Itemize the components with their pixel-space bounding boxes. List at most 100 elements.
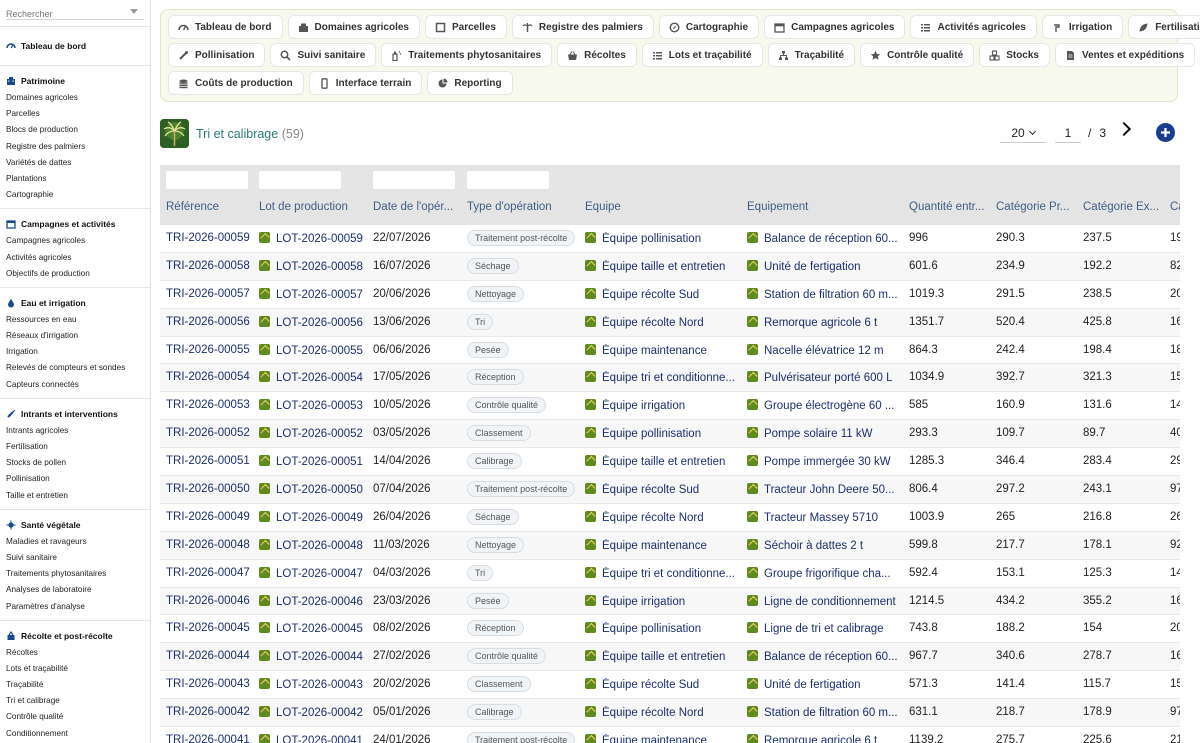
sidebar-item[interactable]: Analyses de laboratoire <box>0 582 150 598</box>
table-cell[interactable]: Séchoir à dattes 2 t <box>747 538 905 552</box>
sidebar-item[interactable]: Registre des palmiers <box>0 139 150 155</box>
nav-button[interactable]: Stocks <box>979 43 1050 67</box>
table-cell[interactable]: LOT-2026-00054 <box>259 371 369 384</box>
table-cell[interactable]: LOT-2026-00045 <box>259 622 369 635</box>
table-row[interactable]: TRI-2026-00052 LOT-2026-00052 03/05/2026 Cl… <box>160 420 1180 449</box>
column-header[interactable]: Catégorie Ex... <box>1083 201 1165 213</box>
sidebar-item[interactable]: Contrôle qualité <box>0 709 150 725</box>
sidebar-group-title[interactable]: Intrants et interventions <box>0 405 150 423</box>
table-cell[interactable]: Pulvérisateur porté 600 L <box>747 371 905 384</box>
sidebar-item[interactable]: Ressources en eau <box>0 312 150 328</box>
sidebar-item[interactable]: Paramètres d'analyse <box>0 599 150 615</box>
table-row[interactable]: TRI-2026-00049 LOT-2026-00049 26/04/2026 Sé… <box>160 504 1180 532</box>
search-input[interactable] <box>6 7 126 19</box>
table-row[interactable]: TRI-2026-00054 LOT-2026-00054 17/05/2026 Ré… <box>160 364 1180 393</box>
table-cell[interactable]: TRI-2026-00059 <box>166 232 256 244</box>
table-cell[interactable]: Unité de fertigation <box>747 678 905 691</box>
table-cell[interactable]: LOT-2026-00059 <box>259 232 369 245</box>
table-cell[interactable]: Équipe taille et entretien <box>585 455 743 468</box>
table-cell[interactable]: LOT-2026-00053 <box>259 399 369 412</box>
table-cell[interactable]: Groupe frigorifique cha... <box>747 566 905 580</box>
table-cell[interactable]: LOT-2026-00050 <box>259 483 369 496</box>
table-cell[interactable]: LOT-2026-00049 <box>259 510 369 524</box>
table-cell[interactable]: Équipe récolte Sud <box>585 483 743 496</box>
column-header[interactable]: Référence <box>166 201 256 213</box>
table-cell[interactable]: Équipe taille et entretien <box>585 259 743 273</box>
sidebar-item[interactable]: Relevés de compteurs et sondes <box>0 360 150 376</box>
sidebar-item[interactable]: Capteurs connectés <box>0 377 150 393</box>
sidebar-item[interactable]: Objectifs de production <box>0 266 150 282</box>
table-cell[interactable]: Groupe électrogène 60 ... <box>747 399 905 412</box>
column-header[interactable]: Type d'opération <box>467 201 582 213</box>
nav-button[interactable]: Pollinisation <box>168 43 266 67</box>
table-cell[interactable]: Remorque agricole 6 t <box>747 734 905 743</box>
column-header[interactable]: Lot de production <box>259 201 369 213</box>
table-cell[interactable]: Équipe récolte Nord <box>585 706 743 719</box>
table-cell[interactable]: TRI-2026-00054 <box>166 371 256 383</box>
table-row[interactable]: TRI-2026-00041 LOT-2026-00041 24/01/2026 Tr… <box>160 727 1180 743</box>
table-cell[interactable]: TRI-2026-00058 <box>166 260 256 272</box>
table-cell[interactable]: Équipe maintenance <box>585 538 743 552</box>
table-cell[interactable]: LOT-2026-00056 <box>259 315 369 329</box>
table-row[interactable]: TRI-2026-00053 LOT-2026-00053 10/05/2026 Co… <box>160 392 1180 421</box>
table-cell[interactable]: Équipe récolte Nord <box>585 315 743 329</box>
table-cell[interactable]: Équipe pollinisation <box>585 232 743 245</box>
nav-button[interactable]: Ventes et expéditions <box>1054 43 1196 67</box>
column-header[interactable]: Quantité entr... <box>909 201 991 213</box>
sidebar-item[interactable]: Pollinisation <box>0 471 150 487</box>
chevron-down-icon[interactable] <box>130 9 138 14</box>
table-cell[interactable]: TRI-2026-00045 <box>166 622 256 634</box>
sidebar-search[interactable] <box>6 4 144 20</box>
nav-button[interactable]: Coûts de production <box>168 71 304 95</box>
sidebar-item[interactable]: Stocks de pollen <box>0 455 150 471</box>
table-row[interactable]: TRI-2026-00048 LOT-2026-00048 11/03/2026 Ne… <box>160 531 1180 560</box>
column-header[interactable]: Ca <box>1170 201 1180 213</box>
table-cell[interactable]: Unité de fertigation <box>747 259 905 273</box>
nav-button[interactable]: Registre des palmiers <box>511 15 654 39</box>
table-cell[interactable]: TRI-2026-00042 <box>166 706 256 718</box>
table-cell[interactable]: Balance de réception 60... <box>747 650 905 663</box>
nav-button[interactable]: Lots et traçabilité <box>641 43 763 67</box>
nav-button[interactable]: Domaines agricoles <box>287 15 420 39</box>
table-cell[interactable]: Station de filtration 60 m... <box>747 287 905 301</box>
table-cell[interactable]: LOT-2026-00058 <box>259 259 369 273</box>
table-cell[interactable]: Équipe maintenance <box>585 734 743 743</box>
sidebar-item[interactable]: Domaines agricoles <box>0 90 150 106</box>
table-cell[interactable]: LOT-2026-00047 <box>259 566 369 580</box>
nav-button[interactable]: Suivi sanitaire <box>270 43 377 67</box>
table-cell[interactable]: LOT-2026-00057 <box>259 287 369 301</box>
sidebar-item[interactable]: Fertilisation <box>0 439 150 455</box>
table-cell[interactable]: LOT-2026-00052 <box>259 427 369 440</box>
sidebar-item[interactable]: Taille et entretien <box>0 488 150 504</box>
sidebar-item[interactable]: Activités agricoles <box>0 250 150 266</box>
table-row[interactable]: TRI-2026-00046 LOT-2026-00046 23/03/2026 Pe… <box>160 587 1180 616</box>
table-row[interactable]: TRI-2026-00043 LOT-2026-00043 20/02/2026 Cl… <box>160 671 1180 700</box>
column-header[interactable]: Catégorie Pr... <box>996 201 1078 213</box>
table-cell[interactable]: TRI-2026-00056 <box>166 316 256 328</box>
nav-button[interactable]: Reporting <box>427 71 513 95</box>
table-row[interactable]: TRI-2026-00047 LOT-2026-00047 04/03/2026 Tr… <box>160 560 1180 588</box>
nav-button[interactable]: Parcelles <box>424 15 507 39</box>
column-header[interactable]: Équipe <box>585 201 743 213</box>
table-cell[interactable]: LOT-2026-00055 <box>259 343 369 357</box>
nav-button[interactable]: Contrôle qualité <box>860 43 975 67</box>
sidebar-item[interactable]: Tri et calibrage <box>0 693 150 709</box>
table-row[interactable]: TRI-2026-00055 LOT-2026-00055 06/06/2026 Pe… <box>160 337 1180 365</box>
table-cell[interactable]: LOT-2026-00043 <box>259 678 369 691</box>
table-cell[interactable]: TRI-2026-00052 <box>166 427 256 439</box>
table-row[interactable]: TRI-2026-00059 LOT-2026-00059 22/07/2026 Tr… <box>160 225 1180 253</box>
nav-button[interactable]: Fertilisation <box>1128 15 1200 39</box>
table-cell[interactable]: TRI-2026-00051 <box>166 455 256 467</box>
sidebar-item-dashboard[interactable]: Tableau de bord <box>0 37 150 55</box>
nav-button[interactable]: Activités agricoles <box>910 15 1037 39</box>
sidebar-group-title[interactable]: Eau et irrigation <box>0 294 150 312</box>
table-cell[interactable]: TRI-2026-00048 <box>166 539 256 551</box>
table-cell[interactable]: Pompe solaire 11 kW <box>747 427 905 440</box>
table-cell[interactable]: TRI-2026-00041 <box>166 734 256 743</box>
table-cell[interactable]: LOT-2026-00041 <box>259 734 369 743</box>
sidebar-item[interactable]: Récoltes <box>0 645 150 661</box>
table-cell[interactable]: TRI-2026-00044 <box>166 650 256 662</box>
sidebar-item[interactable]: Variétés de dattes <box>0 155 150 171</box>
table-row[interactable]: TRI-2026-00042 LOT-2026-00042 05/01/2026 Ca… <box>160 699 1180 728</box>
sidebar-item[interactable]: Traitements phytosanitaires <box>0 566 150 582</box>
